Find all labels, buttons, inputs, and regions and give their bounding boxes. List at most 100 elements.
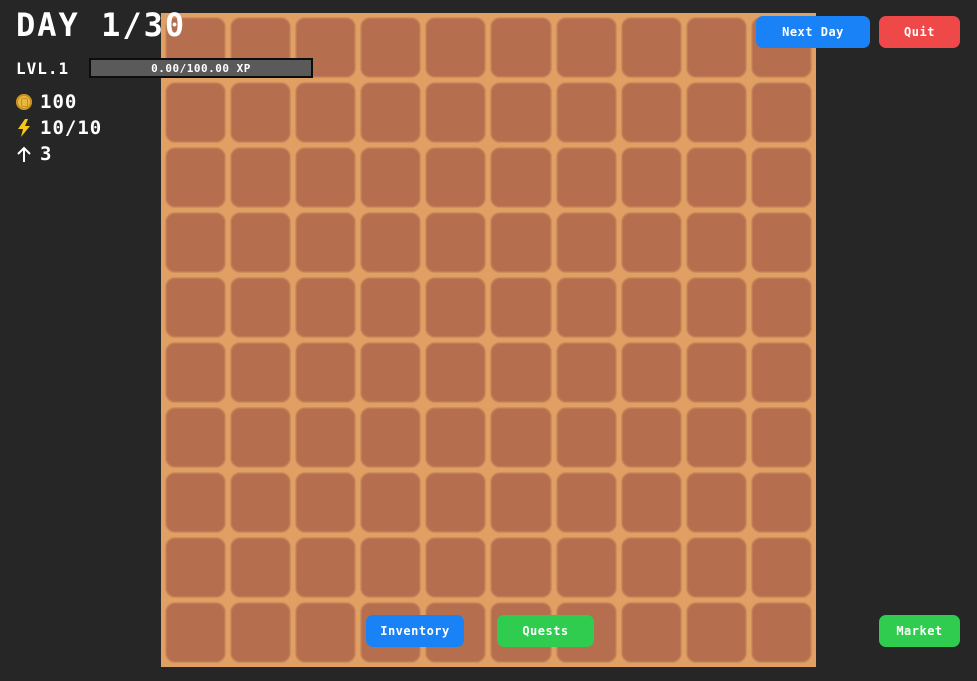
soil-tile[interactable] (361, 538, 421, 597)
soil-tile[interactable] (166, 538, 226, 597)
soil-tile[interactable] (166, 603, 226, 662)
soil-tile[interactable] (426, 408, 486, 467)
soil-tile[interactable] (361, 18, 421, 77)
soil-tile[interactable] (686, 473, 746, 532)
inventory-button[interactable]: Inventory (366, 615, 464, 647)
soil-tile[interactable] (491, 408, 551, 467)
soil-tile[interactable] (166, 148, 226, 207)
soil-tile[interactable] (556, 18, 616, 77)
quests-button[interactable]: Quests (497, 615, 594, 647)
soil-tile[interactable] (231, 343, 291, 402)
soil-tile[interactable] (231, 603, 291, 662)
soil-tile[interactable] (621, 408, 681, 467)
soil-tile[interactable] (556, 83, 616, 142)
soil-tile[interactable] (426, 343, 486, 402)
soil-tile[interactable] (491, 18, 551, 77)
soil-tile[interactable] (491, 213, 551, 272)
soil-tile[interactable] (686, 213, 746, 272)
next-day-button[interactable]: Next Day (756, 16, 870, 48)
soil-tile[interactable] (686, 278, 746, 337)
soil-tile[interactable] (361, 278, 421, 337)
quit-button[interactable]: Quit (879, 16, 960, 48)
soil-tile[interactable] (621, 213, 681, 272)
soil-tile[interactable] (556, 343, 616, 402)
soil-tile[interactable] (166, 213, 226, 272)
soil-tile[interactable] (751, 408, 811, 467)
soil-tile[interactable] (296, 343, 356, 402)
soil-tile[interactable] (686, 18, 746, 77)
soil-tile[interactable] (166, 83, 226, 142)
soil-tile[interactable] (166, 408, 226, 467)
soil-tile[interactable] (491, 278, 551, 337)
soil-tile[interactable] (491, 343, 551, 402)
soil-tile[interactable] (296, 538, 356, 597)
soil-tile[interactable] (751, 473, 811, 532)
soil-tile[interactable] (491, 83, 551, 142)
soil-tile[interactable] (426, 278, 486, 337)
soil-tile[interactable] (166, 473, 226, 532)
soil-tile[interactable] (621, 278, 681, 337)
soil-tile[interactable] (296, 408, 356, 467)
soil-tile[interactable] (621, 473, 681, 532)
soil-tile[interactable] (231, 538, 291, 597)
soil-tile[interactable] (231, 148, 291, 207)
soil-tile[interactable] (426, 473, 486, 532)
soil-tile[interactable] (621, 343, 681, 402)
soil-tile[interactable] (231, 213, 291, 272)
soil-tile[interactable] (556, 538, 616, 597)
soil-tile[interactable] (491, 148, 551, 207)
soil-tile[interactable] (621, 148, 681, 207)
soil-tile[interactable] (686, 83, 746, 142)
soil-tile[interactable] (361, 83, 421, 142)
soil-tile[interactable] (296, 278, 356, 337)
soil-tile[interactable] (426, 538, 486, 597)
soil-tile[interactable] (686, 538, 746, 597)
soil-tile[interactable] (231, 408, 291, 467)
soil-tile[interactable] (426, 83, 486, 142)
soil-tile[interactable] (296, 148, 356, 207)
soil-tile[interactable] (491, 538, 551, 597)
soil-tile[interactable] (686, 343, 746, 402)
soil-tile[interactable] (231, 473, 291, 532)
soil-tile[interactable] (296, 603, 356, 662)
soil-tile[interactable] (296, 473, 356, 532)
soil-tile[interactable] (686, 408, 746, 467)
soil-tile[interactable] (621, 538, 681, 597)
soil-tile[interactable] (296, 213, 356, 272)
soil-tile[interactable] (361, 148, 421, 207)
soil-tile[interactable] (231, 278, 291, 337)
soil-tile[interactable] (231, 83, 291, 142)
soil-tile[interactable] (686, 603, 746, 662)
soil-tile[interactable] (361, 473, 421, 532)
soil-tile[interactable] (751, 278, 811, 337)
soil-tile[interactable] (556, 148, 616, 207)
soil-tile[interactable] (361, 408, 421, 467)
soil-tile[interactable] (621, 18, 681, 77)
soil-tile[interactable] (751, 538, 811, 597)
soil-tile[interactable] (361, 343, 421, 402)
soil-tile[interactable] (556, 278, 616, 337)
soil-tile[interactable] (686, 148, 746, 207)
soil-tile[interactable] (751, 603, 811, 662)
soil-tile[interactable] (426, 213, 486, 272)
soil-tile[interactable] (621, 603, 681, 662)
soil-tile[interactable] (556, 408, 616, 467)
lightning-bolt-icon (16, 119, 32, 137)
market-button[interactable]: Market (879, 615, 960, 647)
soil-tile[interactable] (426, 18, 486, 77)
soil-tile[interactable] (361, 213, 421, 272)
soil-tile[interactable] (621, 83, 681, 142)
xp-progress-bar: 0.00/100.00 XP (89, 58, 313, 78)
soil-tile[interactable] (426, 148, 486, 207)
soil-tile[interactable] (751, 83, 811, 142)
soil-tile[interactable] (556, 473, 616, 532)
soil-tile[interactable] (751, 213, 811, 272)
soil-tile[interactable] (751, 148, 811, 207)
soil-tile[interactable] (166, 278, 226, 337)
soil-tile[interactable] (491, 473, 551, 532)
soil-tile[interactable] (166, 343, 226, 402)
soil-tile[interactable] (751, 343, 811, 402)
soil-tile[interactable] (296, 83, 356, 142)
soil-tile[interactable] (556, 213, 616, 272)
game-screen: DAY 1/30 LVL.1 0.00/100.00 XP 100 10/10 … (0, 0, 977, 681)
